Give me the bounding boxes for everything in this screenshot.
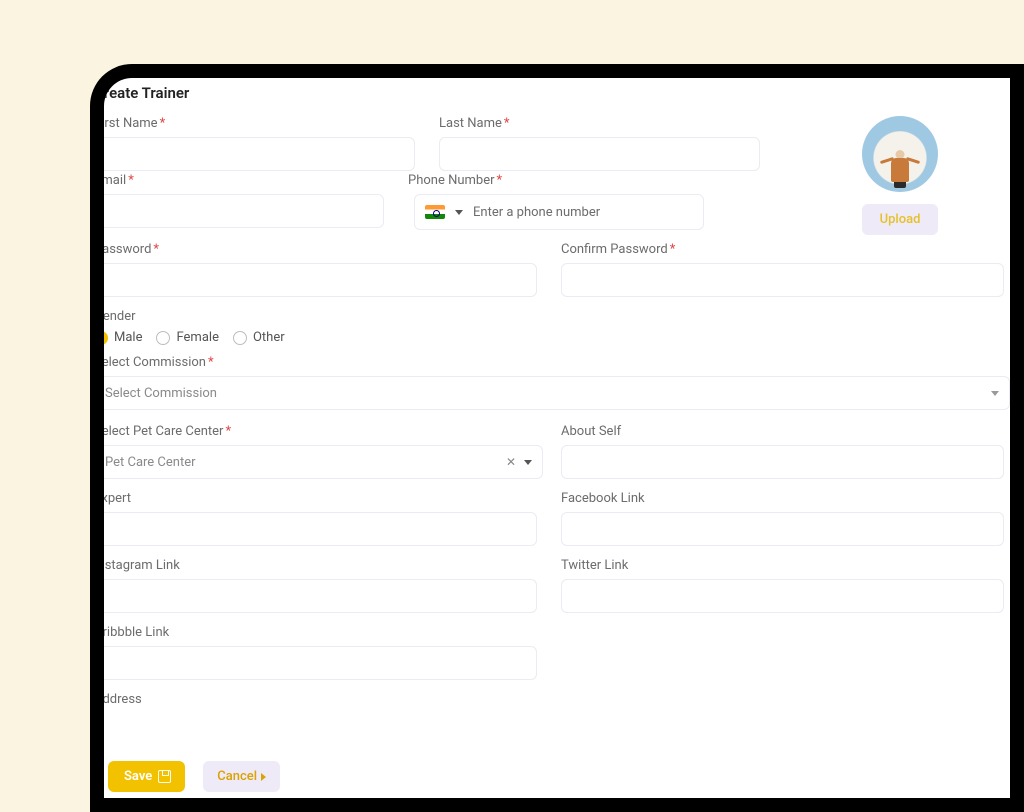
modal-title: Create Trainer bbox=[104, 84, 1010, 110]
upload-button[interactable]: Upload bbox=[862, 204, 939, 235]
facebook-input[interactable] bbox=[561, 512, 1004, 546]
clear-icon[interactable]: ✕ bbox=[506, 455, 516, 469]
address-label: Address bbox=[104, 692, 1010, 707]
phone-field[interactable] bbox=[414, 194, 704, 230]
confirm-password-label: Confirm Password* bbox=[561, 242, 1010, 257]
expert-label: Expert bbox=[104, 491, 543, 506]
chevron-down-icon bbox=[524, 460, 532, 465]
password-input[interactable] bbox=[104, 263, 537, 297]
pet-care-center-label: Select Pet Care Center* bbox=[104, 424, 543, 439]
radio-icon bbox=[233, 331, 247, 345]
chevron-right-icon bbox=[261, 773, 266, 781]
confirm-password-input[interactable] bbox=[561, 263, 1004, 297]
about-self-label: About Self bbox=[561, 424, 1010, 439]
expert-input[interactable] bbox=[104, 512, 537, 546]
cancel-button[interactable]: Cancel bbox=[203, 761, 280, 792]
gender-option-male[interactable]: Male bbox=[104, 330, 142, 345]
last-name-label: Last Name* bbox=[439, 116, 766, 131]
gender-label: Gender bbox=[104, 309, 1010, 324]
email-label: Email* bbox=[104, 173, 390, 188]
facebook-label: Facebook Link bbox=[561, 491, 1010, 506]
first-name-label: First Name* bbox=[104, 116, 421, 131]
modal-footer: Save Cancel bbox=[104, 761, 1010, 792]
dribbble-label: Dribbble Link bbox=[104, 625, 543, 640]
device-frame: Create Trainer First Name* Last Name* bbox=[90, 64, 1024, 812]
password-label: Password* bbox=[104, 242, 543, 257]
radio-selected-icon bbox=[104, 331, 108, 345]
create-trainer-modal: Create Trainer First Name* Last Name* bbox=[104, 84, 1010, 798]
about-self-input[interactable] bbox=[561, 445, 1004, 479]
avatar-image bbox=[862, 116, 938, 192]
pet-care-center-dropdown[interactable]: Pet Care Center ✕ bbox=[104, 445, 543, 479]
twitter-input[interactable] bbox=[561, 579, 1004, 613]
screen: Create Trainer First Name* Last Name* bbox=[104, 78, 1010, 798]
gender-option-other[interactable]: Other bbox=[233, 330, 285, 345]
instagram-label: Instagram Link bbox=[104, 558, 543, 573]
phone-input[interactable] bbox=[473, 205, 693, 220]
first-name-input[interactable] bbox=[104, 137, 415, 171]
avatar-section: Upload bbox=[790, 116, 1010, 235]
chevron-down-icon bbox=[991, 391, 999, 396]
save-icon bbox=[158, 770, 171, 783]
select-commission-label: Select Commission* bbox=[104, 355, 1010, 370]
radio-icon bbox=[156, 331, 170, 345]
twitter-label: Twitter Link bbox=[561, 558, 1010, 573]
form-body: First Name* Last Name* U bbox=[104, 110, 1010, 754]
country-dropdown-icon[interactable] bbox=[455, 210, 463, 215]
phone-label: Phone Number* bbox=[408, 173, 704, 188]
gender-option-female[interactable]: Female bbox=[156, 330, 218, 345]
last-name-input[interactable] bbox=[439, 137, 760, 171]
email-input[interactable] bbox=[104, 194, 384, 228]
save-button[interactable]: Save bbox=[108, 761, 185, 792]
dribbble-input[interactable] bbox=[104, 646, 537, 680]
gender-radio-group: Male Female Other bbox=[104, 330, 1010, 345]
select-commission-dropdown[interactable]: Select Commission bbox=[104, 376, 1010, 410]
instagram-input[interactable] bbox=[104, 579, 537, 613]
flag-india-icon[interactable] bbox=[425, 205, 445, 219]
